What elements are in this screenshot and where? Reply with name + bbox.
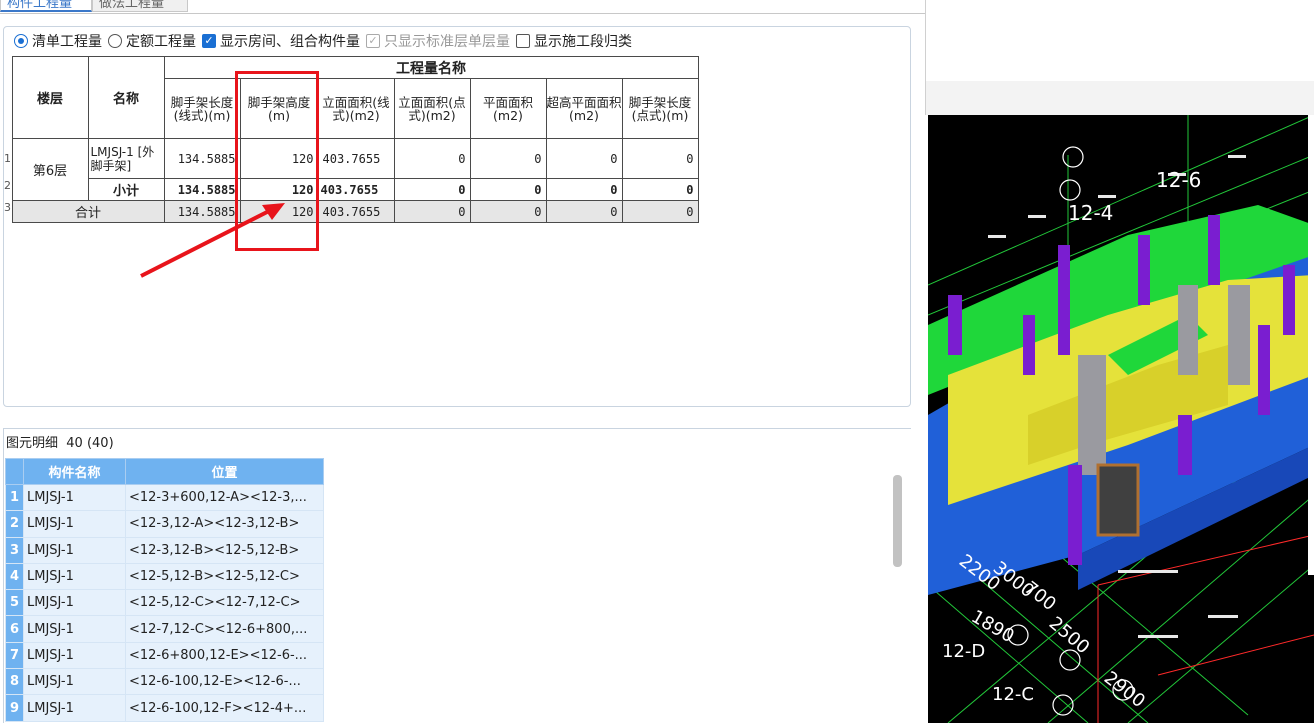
list-item[interactable]: 3 LMJSJ-1 <12-3,12-B><12-5,12-B> [5,536,324,564]
cad-label: 12-D [942,641,985,662]
cell-position: <12-3,12-A><12-3,12-B> [125,510,324,538]
cell-value: 0 [545,200,623,223]
cell-component-name: LMJSJ-1 [23,641,126,670]
cell-position: <12-5,12-C><12-7,12-C> [125,589,324,617]
cell-component-name: LMJSJ-1 [23,510,126,538]
row-number: 4 [5,562,24,591]
cell-value: 0 [393,178,471,201]
cell-value: 0 [393,138,471,179]
row-number: 3 [5,536,24,564]
cell-component-name: LMJSJ-1 [23,483,126,512]
option-label: 只显示标准层单层量 [384,34,510,50]
row-number: 1 [5,483,24,512]
row-number: 2 [5,510,24,538]
list-item[interactable]: 7 LMJSJ-1 <12-6+800,12-E><12-6-... [5,641,324,670]
cell-value: 0 [469,178,547,201]
list-item[interactable]: 5 LMJSJ-1 <12-5,12-C><12-7,12-C> [5,589,324,617]
scrollbar-thumb[interactable] [893,475,902,567]
right-edge-panel [1308,115,1314,575]
checkbox-icon[interactable] [516,34,530,48]
header-col[interactable]: 脚手架长度(点式)(m) [621,78,699,139]
header-component-name[interactable]: 构件名称 [23,458,126,485]
cell-position: <12-3,12-B><12-5,12-B> [125,536,324,564]
detail-table: 构件名称 位置 1 LMJSJ-1 <12-3+600,12-A><12-3,...… [5,458,324,722]
cell-component-name: LMJSJ-1 [23,562,126,591]
app-root: 构件工程量 做法工程量 清单工程量 定额工程量 ✓ 显示房间、组合构件量 ✓ 只… [0,0,1314,723]
cell-value: 0 [545,178,623,201]
cell-value: 0 [469,200,547,223]
cell-position: <12-6-100,12-F><12-4+... [125,694,324,722]
right-panel-top [925,0,1314,115]
detail-title: 图元明细 40 (40) [6,436,114,451]
list-item[interactable]: 2 LMJSJ-1 <12-3,12-A><12-3,12-B> [5,510,324,538]
row-number: 8 [5,668,24,696]
cad-label: 12-4 [1068,201,1113,225]
list-item[interactable]: 1 LMJSJ-1 <12-3+600,12-A><12-3,... [5,483,324,512]
header-position[interactable]: 位置 [125,458,324,485]
cell-position: <12-7,12-C><12-6+800,... [125,615,324,643]
cad-label: 12-6 [1156,168,1201,192]
cell-component-name: LMJSJ-1 [23,589,126,617]
list-item[interactable]: 8 LMJSJ-1 <12-6-100,12-E><12-6-... [5,668,324,696]
row-number: 7 [5,641,24,670]
cell-component-name: LMJSJ-1 [23,668,126,696]
cell-position: <12-6-100,12-E><12-6-... [125,668,324,696]
detail-count: 40 (40) [66,436,114,451]
cad-label: 12-C [992,684,1034,705]
option-label: 显示施工段归类 [534,34,632,50]
cell-value: 0 [393,200,471,223]
cell-value: 0 [545,138,623,179]
list-item[interactable]: 4 LMJSJ-1 <12-5,12-B><12-5,12-C> [5,562,324,591]
cell-value: 0 [621,178,699,201]
cell-position: <12-6+800,12-E><12-6-... [125,641,324,670]
cell-component-name: LMJSJ-1 [23,694,126,722]
cell-value: 0 [469,138,547,179]
list-item[interactable]: 9 LMJSJ-1 <12-6-100,12-F><12-4+... [5,694,324,722]
list-item[interactable]: 6 LMJSJ-1 <12-7,12-C><12-6+800,... [5,615,324,643]
checkbox-disabled-icon: ✓ [366,34,380,48]
cell-value: 0 [621,200,699,223]
annotation-arrow-icon [140,203,285,278]
right-toolbar-strip [926,81,1314,115]
header-col[interactable]: 超高平面面积(m2) [545,78,623,139]
cell-component-name: LMJSJ-1 [23,615,126,643]
cell-value: 0 [621,138,699,179]
option-show-stage[interactable]: 显示施工段归类 [516,31,632,51]
option-only-standard: ✓ 只显示标准层单层量 [366,31,510,51]
cell-position: <12-5,12-B><12-5,12-C> [125,562,324,591]
row-number: 6 [5,615,24,643]
row-number: 9 [5,694,24,722]
header-col[interactable]: 立面面积(点式)(m2) [393,78,471,139]
cad-3d-view[interactable]: 12-6 12-4 12-D 12-C 2200 3000 700 1890 2… [928,115,1314,723]
cell-component-name: LMJSJ-1 [23,536,126,564]
cell-position: <12-3+600,12-A><12-3,... [125,483,324,512]
row-number: 5 [5,589,24,617]
header-col[interactable]: 平面面积(m2) [469,78,547,139]
